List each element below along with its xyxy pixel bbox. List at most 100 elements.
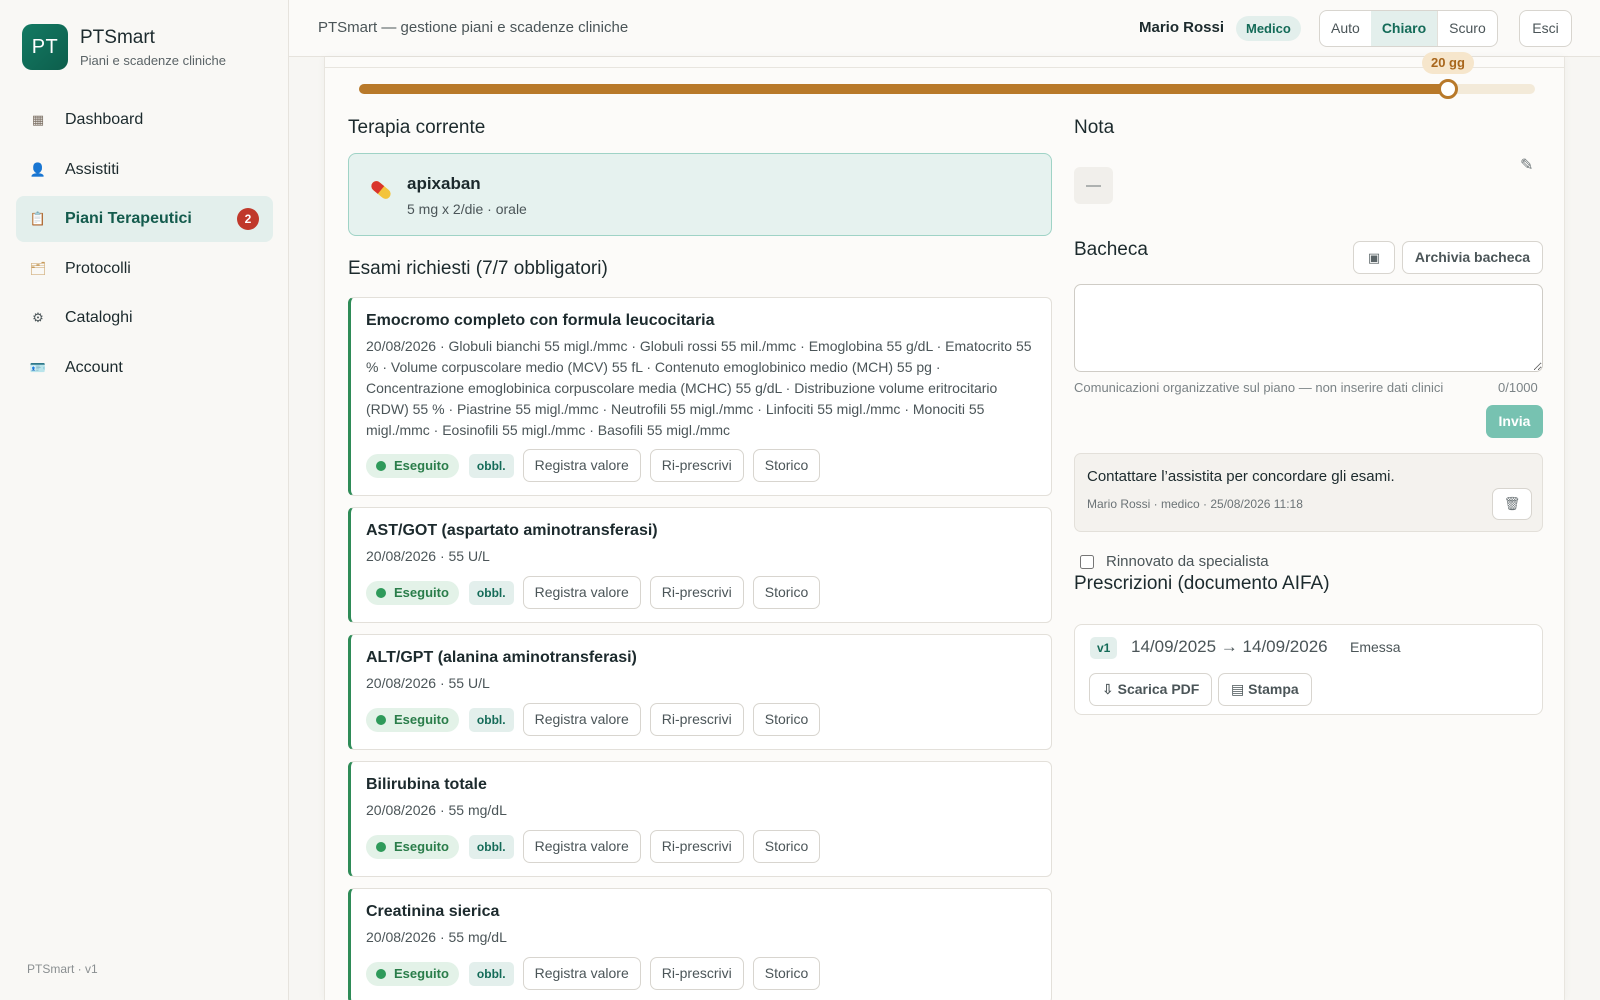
prescription-status: Emessa: [1350, 639, 1401, 655]
exam-detail: 20/08/2026 · Globuli bianchi 55 migl./mm…: [366, 338, 1032, 438]
note-value: —: [1074, 167, 1113, 204]
status-badge: Eseguito: [366, 707, 459, 732]
role-badge: Medico: [1236, 16, 1301, 41]
sidebar-item-cataloghi[interactable]: ⚙ Cataloghi: [16, 295, 273, 341]
exam-actions: Eseguito obbl. Registra valore Ri-prescr…: [366, 830, 821, 863]
represcribe-button[interactable]: Ri-prescrivi: [649, 703, 744, 736]
register-value-button[interactable]: Registra valore: [522, 703, 641, 736]
history-button[interactable]: Storico: [752, 703, 821, 736]
exam-detail: 20/08/2026 · 55 U/L: [366, 675, 490, 691]
register-value-button[interactable]: Registra valore: [522, 449, 641, 482]
send-button[interactable]: Invia: [1486, 405, 1543, 438]
history-button[interactable]: Storico: [752, 830, 821, 863]
register-value-button[interactable]: Registra valore: [522, 830, 641, 863]
renewed-checkbox-row[interactable]: Rinnovato da specialista: [1080, 553, 1269, 570]
brand-name: PTSmart: [80, 26, 155, 48]
status-label: Eseguito: [394, 966, 449, 981]
mandatory-badge: obbl.: [468, 453, 514, 478]
represcribe-button[interactable]: Ri-prescrivi: [649, 957, 744, 990]
history-button[interactable]: Storico: [752, 957, 821, 990]
print-button[interactable]: ▤ Stampa: [1218, 673, 1312, 706]
register-value-button[interactable]: Registra valore: [522, 957, 641, 990]
status-badge: Eseguito: [366, 453, 459, 478]
sidebar-item-label: Protocolli: [65, 259, 131, 277]
exam-card: Bilirubina totale 20/08/2026 · 55 mg/dL …: [348, 761, 1052, 877]
history-button[interactable]: Storico: [752, 449, 821, 482]
board-section-title: Bacheca: [1074, 239, 1148, 260]
renewed-label: Rinnovato da specialista: [1106, 553, 1269, 570]
theme-switcher: Auto Chiaro Scuro: [1319, 10, 1498, 47]
sidebar-item-piani-terapeutici[interactable]: 📋 Piani Terapeutici 2: [16, 196, 273, 242]
exam-detail: 20/08/2026 · 55 U/L: [366, 548, 490, 564]
prescription-dates: 14/09/2025 → 14/09/2026: [1131, 637, 1328, 656]
folder-icon: 🗂: [29, 260, 47, 276]
prescription-card: v1 14/09/2025 → 14/09/2026 Emessa ⇩ Scar…: [1074, 624, 1543, 715]
plan-detail-panel: 20 gg Terapia corrente apixaban 5 mg x 2…: [324, 52, 1565, 1000]
exam-name: Creatinina sierica: [366, 903, 500, 920]
theme-auto-button[interactable]: Auto: [1320, 11, 1371, 46]
sidebar-item-assistiti[interactable]: 👤 Assistiti: [16, 147, 273, 193]
sidebar-item-label: Cataloghi: [65, 309, 133, 326]
exams-section-title: Esami richiesti (7/7 obbligatori): [348, 258, 608, 279]
sidebar-item-dashboard[interactable]: ▦ Dashboard: [16, 97, 273, 143]
renewed-checkbox[interactable]: [1080, 554, 1094, 569]
sidebar-item-label: Assistiti: [65, 160, 120, 178]
status-label: Eseguito: [394, 458, 449, 473]
message-text: Contattare l’assistita per concordare gl…: [1087, 468, 1395, 485]
exam-card: ALT/GPT (alanina aminotransferasi) 20/08…: [348, 634, 1052, 750]
exam-card: Emocromo completo con formula leucocitar…: [348, 297, 1052, 496]
status-dot-icon: [376, 460, 386, 471]
prescriptions-section-title: Prescrizioni (documento AIFA): [1074, 573, 1330, 594]
archive-icon-button[interactable]: ▣: [1353, 241, 1395, 274]
exam-name: ALT/GPT (alanina aminotransferasi): [366, 649, 637, 666]
dashboard-icon: ▦: [31, 112, 45, 127]
sidebar-item-account[interactable]: 🪪 Account: [16, 345, 273, 391]
pencil-icon[interactable]: ✎: [1520, 155, 1533, 175]
sidebar-item-label: Account: [65, 358, 123, 376]
exam-card: Creatinina sierica 20/08/2026 · 55 mg/dL…: [348, 888, 1052, 1000]
status-badge: Eseguito: [366, 961, 459, 986]
archive-board-button[interactable]: Archivia bacheca: [1402, 241, 1543, 274]
mandatory-badge: obbl.: [468, 834, 514, 859]
represcribe-button[interactable]: Ri-prescrivi: [649, 449, 744, 482]
delete-message-button[interactable]: 🗑: [1492, 488, 1532, 520]
board-message-input[interactable]: [1074, 284, 1543, 372]
brand: PT PTSmart Piani e scadenze cliniche: [22, 24, 226, 70]
theme-dark-button[interactable]: Scuro: [1437, 11, 1497, 46]
board-char-counter: 0/1000: [1498, 380, 1538, 395]
download-pdf-button[interactable]: ⇩ Scarica PDF: [1089, 673, 1213, 706]
deadline-progress: 20 gg: [359, 52, 1535, 99]
exam-actions: Eseguito obbl. Registra valore Ri-prescr…: [366, 703, 821, 736]
history-button[interactable]: Storico: [752, 576, 821, 609]
brand-subtitle: Piani e scadenze cliniche: [80, 52, 226, 68]
sidebar-nav: ▦ Dashboard 👤 Assistiti 📋 Piani Terapeut…: [16, 97, 273, 394]
mandatory-badge: obbl.: [468, 707, 514, 732]
exam-card: AST/GOT (aspartato aminotransferasi) 20/…: [348, 507, 1052, 623]
version-badge: v1: [1090, 637, 1118, 659]
theme-light-button[interactable]: Chiaro: [1370, 11, 1438, 46]
user-icon: 👤: [29, 161, 47, 177]
pill-icon: [371, 181, 391, 199]
status-badge: Eseguito: [366, 834, 459, 859]
exam-detail: 20/08/2026 · 55 mg/dL: [366, 929, 507, 945]
logout-button[interactable]: Esci: [1519, 10, 1572, 47]
drug-dose: 5 mg x 2/die · orale: [407, 201, 527, 217]
divider: [325, 67, 1564, 68]
progress-fill: [359, 84, 1448, 94]
status-label: Eseguito: [394, 712, 449, 727]
status-badge: Eseguito: [366, 580, 459, 605]
status-dot-icon: [376, 714, 386, 725]
sidebar: PT PTSmart Piani e scadenze cliniche ▦ D…: [0, 0, 289, 1000]
exam-actions: Eseguito obbl. Registra valore Ri-prescr…: [366, 449, 821, 482]
status-label: Eseguito: [394, 839, 449, 854]
exam-name: AST/GOT (aspartato aminotransferasi): [366, 522, 658, 539]
user-name: Mario Rossi: [1139, 19, 1225, 36]
status-label: Eseguito: [394, 585, 449, 600]
page-title: PTSmart — gestione piani e scadenze clin…: [318, 19, 629, 36]
represcribe-button[interactable]: Ri-prescrivi: [649, 830, 744, 863]
sidebar-item-protocolli[interactable]: 🗂 Protocolli: [16, 246, 273, 292]
status-dot-icon: [376, 587, 386, 598]
register-value-button[interactable]: Registra valore: [522, 576, 641, 609]
therapy-card: apixaban 5 mg x 2/die · orale: [348, 153, 1052, 236]
represcribe-button[interactable]: Ri-prescrivi: [649, 576, 744, 609]
